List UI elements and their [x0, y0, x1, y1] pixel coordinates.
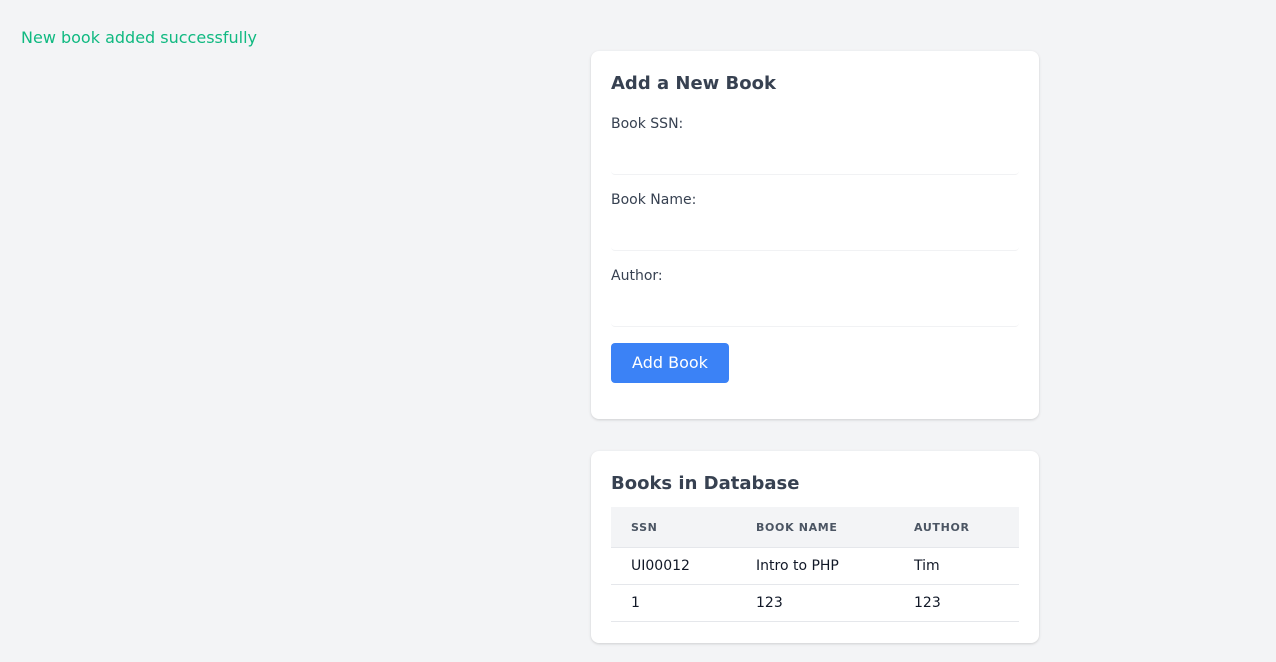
page: New book added successfully Add a New Bo… [0, 0, 1276, 662]
add-book-button[interactable]: Add Book [611, 343, 729, 383]
cell-author: 123 [894, 584, 1019, 622]
cell-ssn: UI00012 [611, 547, 736, 585]
cell-ssn: 1 [611, 584, 736, 622]
add-book-card: Add a New Book Book SSN: Book Name: Auth… [591, 51, 1039, 419]
add-book-title: Add a New Book [611, 73, 776, 94]
books-card: Books in Database SSN BOOK NAME AUTHOR U… [591, 451, 1039, 643]
cell-author: Tim [894, 547, 1019, 585]
column-header-book-name: BOOK NAME [736, 507, 894, 548]
books-title: Books in Database [611, 473, 800, 494]
table-row: 1 123 123 [611, 584, 1019, 622]
table-header-row: SSN BOOK NAME AUTHOR [611, 507, 1019, 548]
author-label: Author: [611, 268, 663, 284]
success-message: New book added successfully [21, 28, 257, 47]
book-name-input[interactable] [611, 219, 1019, 251]
cell-book-name: Intro to PHP [736, 547, 894, 585]
book-name-label: Book Name: [611, 192, 697, 208]
book-ssn-label: Book SSN: [611, 116, 684, 132]
books-table: SSN BOOK NAME AUTHOR UI00012 Intro to PH… [611, 507, 1019, 622]
author-input[interactable] [611, 295, 1019, 327]
column-header-ssn: SSN [611, 507, 736, 548]
book-ssn-input[interactable] [611, 143, 1019, 175]
cell-book-name: 123 [736, 584, 894, 622]
column-header-author: AUTHOR [894, 507, 1019, 548]
table-row: UI00012 Intro to PHP Tim [611, 547, 1019, 585]
